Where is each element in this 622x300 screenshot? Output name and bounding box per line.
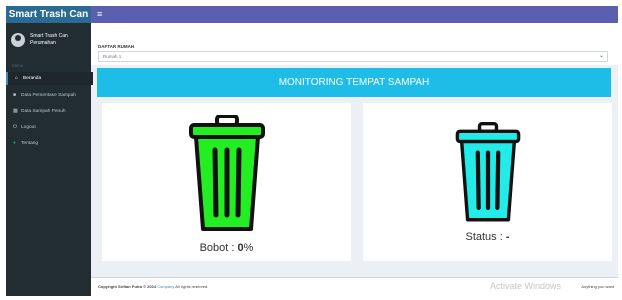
footer-version: Anything you want (581, 284, 614, 289)
bobot-label: Bobot : 0% (199, 242, 254, 254)
footer-company-link[interactable]: Company (157, 284, 174, 289)
menu-header: Menu (12, 63, 24, 68)
app-window: Smart Trash Can ≡ Smart Trash Can Peruma… (6, 6, 618, 296)
user-panel: Smart Trash Can Perumahan (11, 31, 89, 55)
house-select-label: DAFTAR RUMAH (98, 44, 135, 49)
brand-logo[interactable]: Smart Trash Can (6, 6, 91, 23)
bobot-unit: % (243, 242, 254, 254)
sidebar-item-label: Data Sampah Penuh (21, 109, 66, 114)
bobot-panel: Bobot : 0% (102, 103, 351, 261)
trash-bin-icon (188, 115, 265, 231)
top-navbar: ≡ (91, 6, 618, 23)
house-select-value: Rumah 1 (103, 54, 122, 59)
hamburger-icon[interactable]: ≡ (97, 6, 102, 23)
activate-windows-watermark: Activate Windows (490, 281, 562, 291)
database-icon: ■ (13, 92, 17, 98)
content-header: DAFTAR RUMAH Rumah 1 ⌄ (91, 23, 618, 65)
status-value: - (505, 231, 510, 243)
sidebar-item-logout[interactable]: ⏻ Logout (6, 121, 91, 134)
trash-icon: ▩ (13, 108, 18, 114)
sidebar-item-data-persentase[interactable]: ■ Data Persentase Sampah (6, 89, 91, 102)
sidebar-item-label: Data Persentase Sampah (21, 93, 76, 98)
home-icon: ⌂ (15, 75, 19, 81)
sidebar-item-label: Logout (21, 125, 36, 130)
logout-icon: ⏻ (13, 124, 17, 130)
status-label: Status : - (465, 231, 510, 243)
monitoring-banner: MONITORING TEMPAT SAMPAH (97, 68, 611, 97)
avatar (11, 33, 25, 47)
status-panel: Status : - (363, 103, 612, 261)
house-select[interactable]: Rumah 1 ⌄ (98, 51, 608, 62)
info-icon: ● (13, 140, 17, 146)
chevron-down-icon: ⌄ (598, 53, 604, 59)
sidebar-item-tentang[interactable]: ● Tentang (6, 137, 91, 150)
user-name: Smart Trash Can Perumahan (30, 33, 68, 46)
sidebar: Smart Trash Can Perumahan Menu ⌂ Beranda… (6, 23, 93, 296)
sidebar-item-data-sampah-penuh[interactable]: ▩ Data Sampah Penuh (6, 105, 91, 118)
sidebar-item-label: Beranda (23, 76, 42, 81)
trash-bin-icon (455, 121, 520, 222)
sidebar-item-label: Tentang (21, 141, 39, 146)
sidebar-item-beranda[interactable]: ⌂ Beranda (6, 72, 93, 85)
footer-copyright: Copyright Sriftan Putra © 2024 Company A… (98, 284, 209, 289)
